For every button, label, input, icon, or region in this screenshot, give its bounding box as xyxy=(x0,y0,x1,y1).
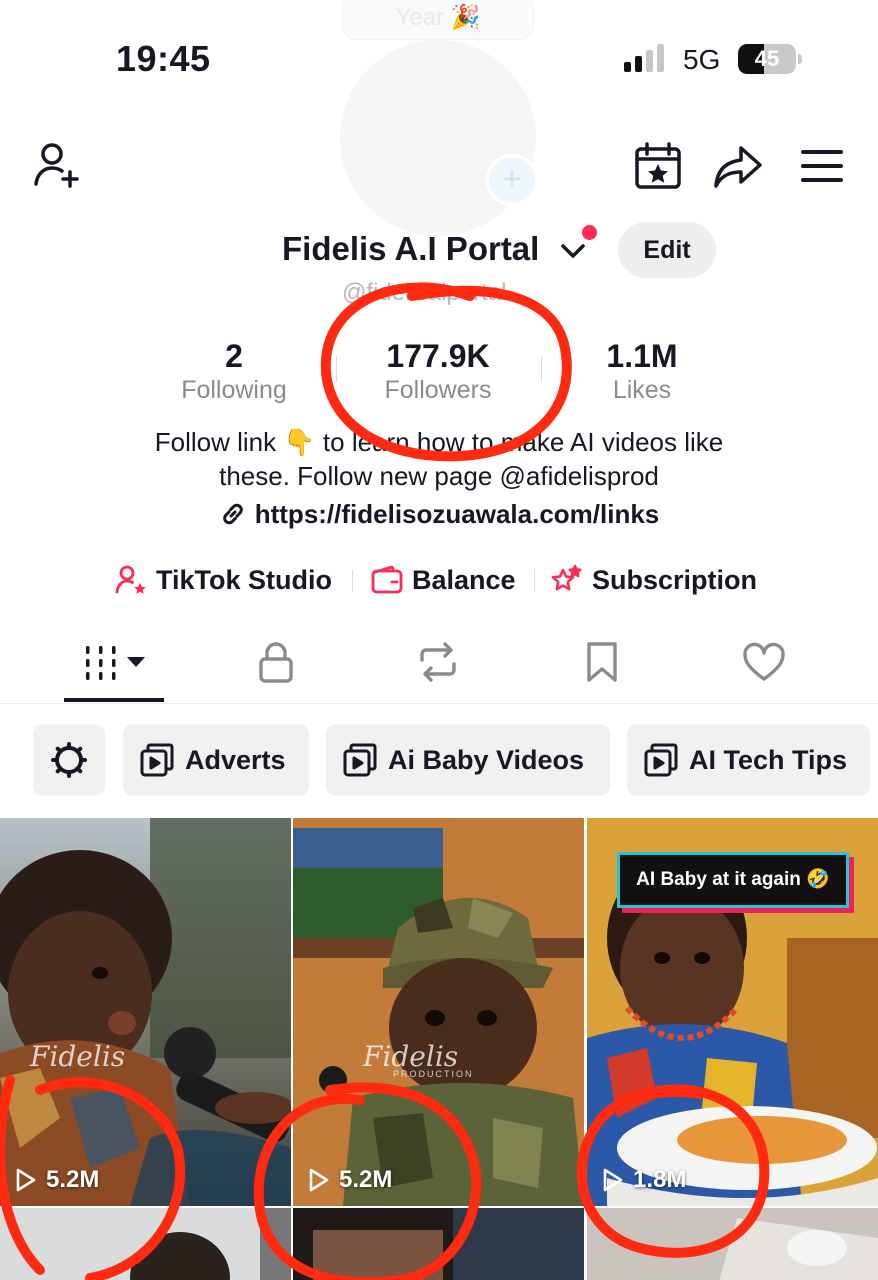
video-tile-3[interactable]: AI Baby at it again 🤣 1.8M xyxy=(587,818,878,1206)
video-thumbnail xyxy=(0,1208,291,1280)
video-tile-1[interactable]: Fidelis 5.2M xyxy=(0,818,291,1206)
view-count: 1.8M xyxy=(599,1166,686,1194)
link-icon xyxy=(222,503,243,525)
bookmark-icon[interactable] xyxy=(578,638,626,686)
collection-icon xyxy=(644,743,678,777)
tool-label: TikTok Studio xyxy=(156,564,333,595)
video-tile-4[interactable] xyxy=(0,1208,291,1280)
video-thumbnail xyxy=(587,1208,878,1280)
chip-label: Ai Baby Videos xyxy=(388,744,585,775)
active-tab-indicator xyxy=(64,698,164,702)
followers-label[interactable]: Followers xyxy=(348,376,528,405)
video-tile-6[interactable] xyxy=(587,1208,878,1280)
likes-count[interactable]: 1.1M xyxy=(552,338,732,375)
view-count: 5.2M xyxy=(12,1166,99,1194)
collections-settings-button[interactable] xyxy=(33,724,105,796)
chevron-down-icon[interactable] xyxy=(558,236,588,266)
play-icon xyxy=(603,1168,623,1192)
video-thumbnail xyxy=(293,1208,584,1280)
tiktok-studio-button[interactable]: TikTok Studio xyxy=(114,560,332,600)
stat-divider xyxy=(336,356,337,382)
gear-icon xyxy=(51,742,87,778)
add-friend-icon[interactable] xyxy=(32,140,84,192)
video-tile-5[interactable] xyxy=(293,1208,584,1280)
repost-icon[interactable] xyxy=(414,638,462,686)
likes-label[interactable]: Likes xyxy=(552,376,732,405)
status-time: 19:45 xyxy=(116,38,211,79)
bio: Follow link 👇 to learn how to make AI vi… xyxy=(80,425,798,493)
view-count-text: 1.8M xyxy=(633,1166,687,1193)
play-icon xyxy=(16,1168,36,1192)
lock-icon[interactable] xyxy=(252,638,300,686)
avatar[interactable] xyxy=(340,40,536,236)
collection-icon xyxy=(140,743,174,777)
watermark-sub: PRODUCTION xyxy=(393,1069,474,1079)
videos-grid-icon[interactable] xyxy=(82,640,150,686)
watermark: Fidelis xyxy=(30,1040,126,1073)
chip-label: AI Tech Tips xyxy=(689,744,848,775)
view-count: 5.2M xyxy=(305,1166,392,1194)
share-icon[interactable] xyxy=(712,140,764,192)
tool-label: Balance xyxy=(412,564,516,595)
video-thumbnail xyxy=(293,818,584,1206)
battery-icon: 45 xyxy=(738,44,802,74)
bio-line: these. Follow new page @afidelisprod xyxy=(219,461,659,491)
profile-handle: @fidelisaiportal xyxy=(342,279,507,306)
bio-link-text[interactable]: https://fidelisozuawala.com/links xyxy=(255,499,660,529)
year-banner: Year 🎉 xyxy=(342,0,534,40)
cellular-signal-icon xyxy=(624,44,664,72)
view-count-text: 5.2M xyxy=(339,1166,393,1193)
collection-chip-adverts[interactable]: Adverts xyxy=(123,724,309,796)
video-thumbnail xyxy=(0,818,291,1206)
add-avatar-icon[interactable]: + xyxy=(486,154,538,206)
edit-profile-button[interactable]: Edit xyxy=(618,222,716,278)
chip-label: Adverts xyxy=(185,744,286,775)
notification-dot xyxy=(582,225,597,240)
collection-icon xyxy=(343,743,377,777)
play-icon xyxy=(309,1168,329,1192)
tool-divider xyxy=(352,570,353,592)
profile-name[interactable]: Fidelis A.I Portal xyxy=(282,230,539,268)
tool-label: Subscription xyxy=(592,564,758,595)
calendar-star-icon[interactable] xyxy=(632,140,684,192)
heart-icon[interactable] xyxy=(740,638,788,686)
tool-divider xyxy=(534,570,535,592)
bio-line: Follow link 👇 to learn how to make AI vi… xyxy=(154,427,724,457)
bio-link[interactable]: https://fidelisozuawala.com/links xyxy=(0,499,878,530)
subscription-button[interactable]: Subscription xyxy=(550,560,757,600)
stars-icon xyxy=(551,564,582,591)
balance-button[interactable]: Balance xyxy=(370,560,516,600)
view-count-text: 5.2M xyxy=(46,1166,100,1193)
following-count[interactable]: 2 xyxy=(144,338,324,375)
stat-divider xyxy=(541,356,542,382)
network-type: 5G xyxy=(683,44,721,75)
wallet-icon xyxy=(371,565,403,594)
collection-chip-ai-baby-videos[interactable]: Ai Baby Videos xyxy=(326,724,610,796)
watermark: Fidelis PRODUCTION xyxy=(363,1040,474,1079)
following-label[interactable]: Following xyxy=(144,376,324,405)
person-star-icon xyxy=(115,565,146,594)
video-tile-2[interactable]: Fidelis PRODUCTION 5.2M xyxy=(293,818,584,1206)
collection-chip-ai-tech-tips[interactable]: AI Tech Tips xyxy=(627,724,870,796)
menu-icon[interactable] xyxy=(796,140,848,192)
video-caption: AI Baby at it again 🤣 xyxy=(617,852,849,908)
battery-level: 45 xyxy=(754,46,780,71)
followers-count[interactable]: 177.9K xyxy=(348,338,528,375)
